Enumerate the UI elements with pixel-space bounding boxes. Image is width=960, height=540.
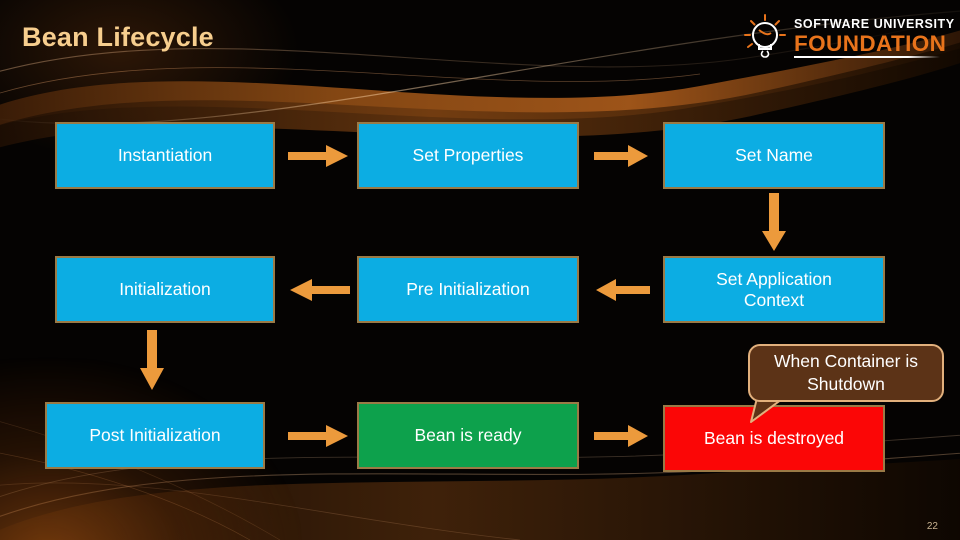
node-label: Post Initialization <box>89 425 221 445</box>
logo-text: SOFTWARE UNIVERSITY FOUNDATION <box>794 17 955 55</box>
page-title: Bean Lifecycle <box>22 22 214 52</box>
node-label: Bean is ready <box>414 425 522 445</box>
arrow-bean-is-ready-to-bean-is-destroyed <box>594 425 648 447</box>
node-bean-is-ready[interactable]: Bean is ready <box>357 402 579 469</box>
node-label: Instantiation <box>117 145 213 165</box>
arrow-set-properties-to-set-name <box>594 145 648 167</box>
node-set-application-context[interactable]: Set Application Context <box>663 256 885 323</box>
node-label: Set Application Context <box>716 268 832 310</box>
arrow-pre-initialization-to-initialization <box>290 279 350 301</box>
node-label: Set Name <box>735 145 813 165</box>
logo-line-1: SOFTWARE UNIVERSITY <box>794 17 955 31</box>
node-label: Pre Initialization <box>406 279 530 299</box>
logo-underline <box>794 56 940 58</box>
arrow-set-application-context-to-pre-initialization <box>596 279 650 301</box>
lightbulb-icon <box>744 14 786 58</box>
node-label: Bean is destroyed <box>703 428 845 448</box>
slide-canvas: Bean Lifecycle SOFTWARE UNIVERSITY FOUND… <box>0 0 960 540</box>
organization-logo: SOFTWARE UNIVERSITY FOUNDATION <box>728 8 954 66</box>
arrow-initialization-to-post-initialization <box>140 330 164 390</box>
node-instantiation[interactable]: Instantiation <box>55 122 275 189</box>
node-pre-initialization[interactable]: Pre Initialization <box>357 256 579 323</box>
callout-when-container-is-shutdown[interactable]: When Container is Shutdown <box>748 344 944 402</box>
node-label: Initialization <box>119 279 211 299</box>
node-set-name[interactable]: Set Name <box>663 122 885 189</box>
node-set-properties[interactable]: Set Properties <box>357 122 579 189</box>
arrow-post-initialization-to-bean-is-ready <box>288 425 348 447</box>
callout-label: When Container is Shutdown <box>774 351 918 394</box>
arrow-set-name-to-set-application-context <box>762 193 786 251</box>
node-initialization[interactable]: Initialization <box>55 256 275 323</box>
node-label: Set Properties <box>412 145 524 165</box>
page-number: 22 <box>926 521 938 532</box>
logo-line-2: FOUNDATION <box>794 31 947 56</box>
node-post-initialization[interactable]: Post Initialization <box>45 402 265 469</box>
arrow-instantiation-to-set-properties <box>288 145 348 167</box>
